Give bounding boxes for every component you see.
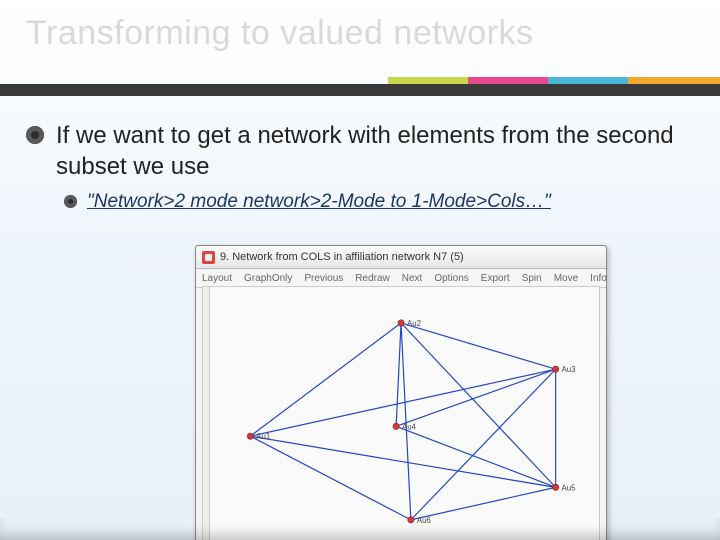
window-titlebar[interactable]: 9. Network from COLS in affiliation netw… (196, 246, 606, 269)
accent-stripe-4 (628, 77, 720, 84)
divider-bar (0, 84, 720, 96)
slide-title: Transforming to valued networks (26, 14, 533, 53)
graph-edge (411, 369, 556, 520)
graph-node-label: Au3 (562, 365, 577, 374)
sub-bullet-icon (64, 195, 77, 208)
menu-info[interactable]: Info (590, 273, 607, 284)
embedded-app-window: 9. Network from COLS in affiliation netw… (195, 245, 607, 540)
graph-edge (396, 369, 556, 426)
graph-edge (250, 436, 555, 487)
graph-edge (401, 323, 556, 369)
graph-node-label: Au1 (256, 432, 270, 441)
graph-edge (396, 426, 556, 487)
graph-node-label: Au5 (562, 483, 577, 492)
graph-node[interactable] (398, 320, 404, 326)
menu-graphonly[interactable]: GraphOnly (244, 273, 292, 284)
window-title: 9. Network from COLS in affiliation netw… (220, 251, 464, 263)
graph-node[interactable] (408, 517, 414, 523)
graph-edge (250, 436, 411, 520)
graph-canvas[interactable]: Au1 Au2 Au3 Au4 Au5 Au6 (202, 286, 600, 540)
slide: Transforming to valued networks If we wa… (0, 0, 720, 540)
graph-node-label: Au6 (417, 516, 432, 525)
sub-bullet-text: "Network>2 mode network>2-Mode to 1-Mode… (87, 190, 551, 215)
accent-stripe-2 (468, 77, 548, 84)
graph-node[interactable] (393, 423, 399, 429)
menu-export[interactable]: Export (481, 273, 510, 284)
graph-node[interactable] (553, 484, 559, 490)
graph-node-label: Au4 (402, 422, 417, 431)
menu-next[interactable]: Next (402, 273, 423, 284)
graph-node[interactable] (247, 433, 253, 439)
graph-node[interactable] (553, 366, 559, 372)
menu-move[interactable]: Move (554, 273, 578, 284)
graph-edge (396, 323, 401, 426)
graph-node-label: Au2 (407, 319, 421, 328)
bullet-icon (26, 126, 44, 144)
menu-redraw[interactable]: Redraw (355, 273, 389, 284)
menu-options[interactable]: Options (434, 273, 468, 284)
accent-stripe-3 (548, 77, 628, 84)
app-icon (202, 251, 215, 264)
body-text-block: If we want to get a network with element… (26, 120, 694, 215)
network-graph: Au1 Au2 Au3 Au4 Au5 Au6 (209, 287, 599, 540)
main-bullet-text: If we want to get a network with element… (56, 120, 694, 182)
menu-layout[interactable]: Layout (202, 273, 232, 284)
graph-edge (411, 487, 556, 520)
accent-stripe-1 (388, 77, 468, 84)
menu-spin[interactable]: Spin (522, 273, 542, 284)
menu-previous[interactable]: Previous (304, 273, 343, 284)
graph-edge (401, 323, 556, 487)
